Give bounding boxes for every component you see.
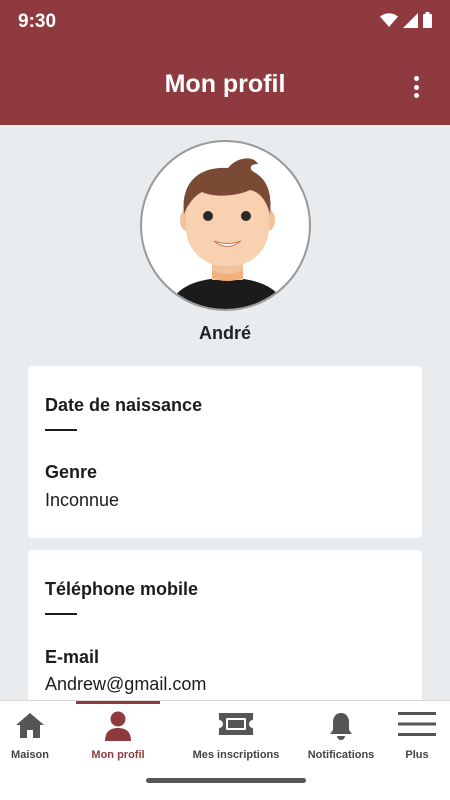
avatar-illustration [168,158,287,309]
home-icon [16,713,44,738]
nav-item-notifications[interactable]: Notifications [302,701,380,771]
page-title: Mon profil [164,70,286,98]
mobile-phone-value [45,613,77,615]
nav-item-more[interactable]: Plus [394,701,440,771]
status-icons [380,12,432,28]
email-value: Andrew@gmail.com [45,674,207,694]
menu-icon [398,712,436,736]
profile-name: André [198,323,251,343]
nav-label-notifications: Notifications [307,749,375,761]
status-time: 9:30 [18,11,57,32]
signal-icon [403,12,418,28]
bottom-navigation: Maison Mon profil Mes inscriptions Notif… [0,700,450,800]
gender-label: Genre [45,462,98,482]
contact-info-card: Téléphone mobile E-mail Andrew@gmail.com [28,550,422,710]
birth-date-value [45,429,77,431]
avatar[interactable] [140,140,311,311]
gender-value: Inconnue [45,490,120,510]
person-icon [105,711,131,741]
wifi-icon [380,13,398,27]
personal-info-card: Date de naissance Genre Inconnue [28,366,422,538]
app-bar: 9:30 Mon profil [0,0,450,125]
nav-label-profile: Mon profil [91,749,145,761]
nav-item-registrations[interactable]: Mes inscriptions [186,701,286,771]
nav-label-more: Plus [405,749,429,761]
mobile-phone-label: Téléphone mobile [45,579,199,599]
status-bar: 9:30 [0,0,450,42]
ticket-icon [219,713,253,735]
nav-item-profile[interactable]: Mon profil [76,701,160,771]
home-indicator[interactable] [146,778,306,783]
nav-item-home[interactable]: Maison [0,701,60,771]
birth-date-label: Date de naissance [45,395,203,415]
email-label: E-mail [45,647,100,667]
more-options-icon[interactable] [412,76,420,98]
bell-icon [330,713,352,740]
nav-label-home: Maison [11,749,49,761]
battery-icon [423,12,432,28]
nav-label-registrations: Mes inscriptions [192,749,280,761]
